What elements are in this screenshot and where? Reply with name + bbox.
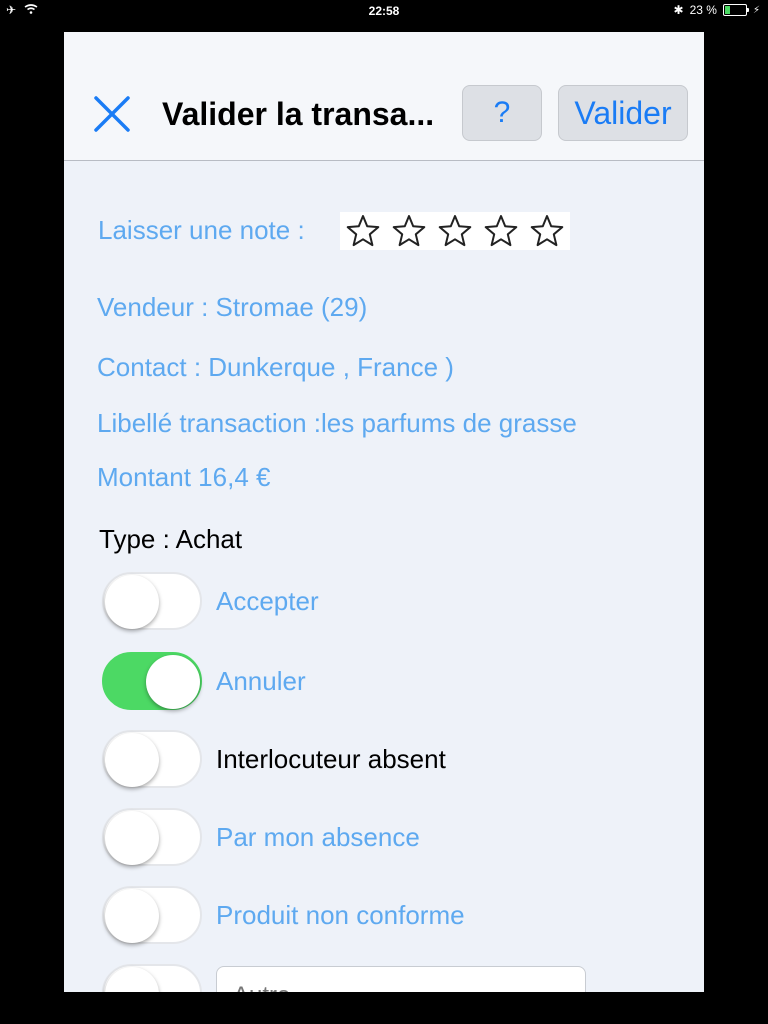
option-label: Par mon absence [216,822,420,852]
star-icon[interactable] [432,212,478,250]
star-icon[interactable] [340,212,386,250]
toggle-option[interactable] [102,652,202,710]
page-title: Valider la transa... [162,96,435,132]
toggle-knob [105,575,159,629]
option-label: Produit non conforme [216,900,465,930]
transaction-sheet: Valider la transa... ? Valider Laisser u… [64,32,704,992]
toggle-option[interactable] [102,572,202,630]
battery-icon [722,4,749,16]
toggle-option[interactable] [102,886,202,944]
toggle-option[interactable] [102,730,202,788]
star-icon[interactable] [478,212,524,250]
toggle-knob [105,733,159,787]
option-label: Interlocuteur absent [216,744,446,774]
help-button[interactable]: ? [462,85,542,141]
bluetooth-icon: ✱ [673,3,684,17]
option-label: Annuler [216,666,306,696]
battery-percent: 23 % [689,3,717,17]
nav-bar: Valider la transa... ? Valider [64,32,704,161]
status-bar: ✈ 22:58 ✱ 23 % ⚡ [0,0,768,22]
status-right: ✱ 23 % ⚡ [674,3,760,17]
toggle-knob [105,889,159,943]
transaction-label: Libellé transaction :les parfums de gras… [97,408,577,438]
toggle-knob [105,811,159,865]
toggle-knob [105,967,159,992]
option-label: Accepter [216,586,319,616]
close-button[interactable] [92,94,132,134]
transaction-type: Type : Achat [99,524,243,554]
contact-info: Contact : Dunkerque , France ) [97,352,454,382]
toggle-other[interactable] [102,964,202,992]
charging-icon: ⚡ [752,4,760,16]
close-icon [94,96,130,132]
other-input[interactable] [216,966,586,992]
star-icon[interactable] [524,212,570,250]
status-time: 22:58 [368,4,400,18]
validate-button[interactable]: Valider [558,85,688,141]
star-icon[interactable] [386,212,432,250]
toggle-knob [146,655,200,709]
amount-info: Montant 16,4 € [97,462,271,492]
toggle-option[interactable] [102,808,202,866]
star-rating[interactable] [340,212,570,250]
seller-info: Vendeur : Stromae (29) [97,292,368,322]
rating-label: Laisser une note : [98,215,305,245]
